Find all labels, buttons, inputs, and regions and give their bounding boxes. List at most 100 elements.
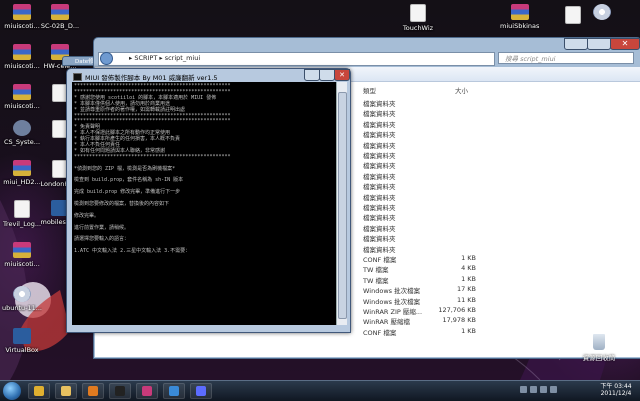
media-player-icon [88,386,98,396]
desktop-icon-label: TouchWiz [402,24,434,32]
file-row[interactable]: 檔案資料夾 [360,181,640,191]
winrar-icon [13,84,31,100]
desktop-icon[interactable]: miuiscoti... [2,242,42,268]
desktop-icon[interactable]: miuiscoti... [2,44,42,70]
file-row[interactable]: 檔案資料夾 [360,202,640,212]
cmd-icon [115,386,125,396]
breadcrumb[interactable]: ▸ SCRIPT ▸ script_miui [129,54,200,62]
desktop-icon[interactable]: VirtualBox [2,328,42,354]
tray-icon[interactable] [520,386,527,393]
taskbar-button[interactable] [82,383,104,399]
console-line: 進行前置作業，請稍候。 [74,224,130,231]
close-icon: ✕ [339,71,345,79]
document-icon [14,200,30,218]
document-icon [565,6,581,24]
folder-icon [511,4,529,20]
file-row[interactable]: WinRAR 壓縮檔 17,978 KB [360,316,640,326]
column-type[interactable]: 類型 [363,85,376,95]
clock[interactable]: 下午 03:44 2011/12/4 [598,383,634,397]
console-title: MIUI 發佈製作腳本 By M01 威廉翻新 ver1.5 [85,74,218,82]
file-row[interactable]: TW 檔案 4 KB [360,264,640,274]
console-output[interactable]: ****************************************… [72,82,336,325]
file-row[interactable]: 檔案資料夾 [360,212,640,222]
taskbar-button[interactable] [28,383,50,399]
file-row[interactable]: TW 檔案 1 KB [360,275,640,285]
console-line: 完成 build.prop 修改完畢，準備進行下一步 [74,189,181,196]
file-row[interactable]: 檔案資料夾 [360,108,640,118]
nav-buttons [99,52,125,80]
address-bar[interactable]: ▸ SCRIPT ▸ script_miui [98,52,495,80]
file-size: 1 KB [461,254,476,262]
tray-icon[interactable] [530,386,537,393]
app-icon [169,386,179,396]
file-row[interactable]: 檔案資料夾 [360,171,640,181]
taskbar-button[interactable] [163,383,185,399]
close-button[interactable]: ✕ [610,38,640,50]
console-titlebar[interactable]: MIUI 發佈製作腳本 By M01 威廉翻新 ver1.5 [73,72,218,82]
search-input[interactable]: 搜尋 script_miui [498,52,634,64]
file-size: 1 KB [461,326,476,335]
console-scrollbar[interactable] [336,82,347,325]
document-icon [410,4,426,22]
winrar-icon [13,44,31,60]
file-row[interactable]: CONF 檔案 1 KB [360,254,640,264]
desktop-icon[interactable]: CS_Syste... [2,120,42,146]
taskbar-button[interactable] [109,383,131,399]
file-row[interactable]: 檔案資料夾 [360,160,640,170]
desktop-icon[interactable]: miuiSbkinas... [500,4,540,30]
file-row[interactable]: 檔案資料夾 [360,98,640,108]
file-row[interactable]: 檔案資料夾 [360,233,640,243]
taskbar-button[interactable] [136,383,158,399]
desktop-icon[interactable]: SC-02B_D... [40,4,80,30]
file-row[interactable]: 檔案資料夾 [360,140,640,150]
file-row[interactable]: 檔案資料夾 [360,150,640,160]
file-type: Windows 批次檔案 [363,287,421,296]
file-row[interactable]: 檔案資料夾 [360,129,640,139]
desktop-icon[interactable]: ubuntu-11... [2,286,42,312]
file-row[interactable]: 檔案資料夾 [360,192,640,202]
file-row[interactable]: 檔案資料夾 [360,119,640,129]
file-type: WinRAR ZIP 壓縮... [363,308,423,316]
clock-time: 下午 03:44 [600,383,632,390]
desktop-icon[interactable] [582,4,622,22]
minimize-button[interactable] [564,38,588,50]
desktop-icon[interactable]: TouchWiz [398,4,438,32]
taskbar-button[interactable] [55,383,77,399]
daemon-tools-icon [196,386,206,396]
file-size: 17 KB [456,285,476,294]
back-icon[interactable] [100,52,113,65]
file-row[interactable]: Windows 批次檔案 11 KB [360,296,640,306]
desktop-icon[interactable]: miui_HD2... [2,160,42,186]
desktop-icon[interactable]: miuiscoti... [2,84,42,110]
scrollbar-thumb[interactable] [338,92,347,319]
file-row[interactable]: WinRAR ZIP 壓縮... 127,706 KB [360,306,640,316]
console-line: *偵測到您的 ZIP 檔，檢測是否為刷機檔案* [74,165,176,172]
column-size[interactable]: 大小 [455,85,468,95]
console-line: 檢查到 build.prop，套件名稱為 sh-IN 版本 [74,177,184,184]
file-type: 檔案資料夾 [363,141,396,150]
file-type: WinRAR 壓縮檔 [363,318,410,327]
file-type: CONF 檔案 [363,328,397,337]
taskbar-button[interactable] [190,383,212,399]
start-button[interactable] [3,382,21,400]
maximize-button[interactable] [587,38,611,50]
desktop-icon-label: miuiSbkinas... [500,22,540,30]
console-line: ****************************************… [74,153,231,160]
console-line: 1.ATC 中文輸入法 2.三星中文輸入法 3.不需要： [74,248,191,255]
recycle-bin[interactable]: 資源回收筒 [579,334,619,362]
console-minimize-button[interactable] [304,69,320,81]
network-icon[interactable] [540,386,547,393]
file-type: 檔案資料夾 [363,183,396,192]
explorer-titlebar[interactable] [94,38,640,50]
desktop-icon[interactable]: miuiscoti... [2,4,42,30]
desktop-icon[interactable]: Trevil_Log... [2,200,42,228]
file-type: CONF 檔案 [363,256,397,264]
console-close-button[interactable]: ✕ [334,69,350,81]
volume-icon[interactable] [550,386,557,393]
file-type: 檔案資料夾 [363,235,396,244]
console-maximize-button[interactable] [319,69,335,81]
file-row[interactable]: Windows 批次檔案 17 KB [360,285,640,295]
file-type: 檔案資料夾 [363,193,396,202]
file-row[interactable]: 檔案資料夾 [360,223,640,233]
file-row[interactable]: 檔案資料夾 [360,244,640,254]
